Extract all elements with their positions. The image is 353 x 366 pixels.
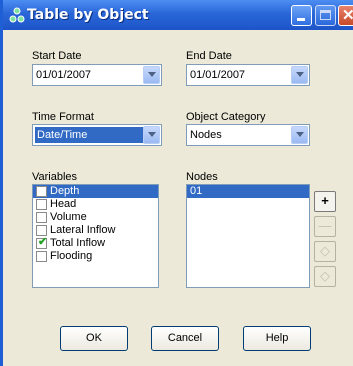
variable-checkbox[interactable] bbox=[36, 186, 47, 197]
variable-checkbox[interactable] bbox=[36, 225, 47, 236]
variable-item-lateral-inflow[interactable]: Lateral Inflow bbox=[33, 224, 158, 237]
variable-label: Depth bbox=[50, 185, 80, 197]
minimize-icon bbox=[297, 18, 305, 21]
variable-label: Volume bbox=[50, 211, 87, 223]
table-by-object-dialog: Table by Object ✕ Start Date 01/01/2007 … bbox=[0, 0, 353, 366]
start-date-label: Start Date bbox=[32, 50, 82, 62]
variable-label: Head bbox=[50, 198, 77, 210]
end-date-dropdown-button[interactable] bbox=[291, 66, 308, 84]
app-swmm-icon bbox=[9, 7, 25, 23]
end-date-label: End Date bbox=[186, 50, 232, 62]
variable-checkbox[interactable] bbox=[36, 199, 47, 210]
time-format-label: Time Format bbox=[32, 111, 94, 123]
nodes-list[interactable]: 01 bbox=[186, 184, 310, 288]
move-down-icon: ◇ bbox=[320, 268, 330, 283]
variable-item-depth[interactable]: Depth bbox=[33, 185, 158, 198]
variable-item-volume[interactable]: Volume bbox=[33, 211, 158, 224]
checkmark-icon: ✔ bbox=[38, 236, 48, 248]
time-format-value: Date/Time bbox=[35, 127, 147, 143]
node-label: 01 bbox=[190, 185, 203, 197]
variable-checkbox-checked[interactable]: ✔ bbox=[36, 236, 48, 249]
ok-button[interactable]: OK bbox=[60, 326, 128, 351]
end-date-value: 01/01/2007 bbox=[190, 69, 246, 81]
chevron-down-icon bbox=[296, 72, 304, 77]
nodes-label: Nodes bbox=[186, 171, 218, 183]
object-category-value: Nodes bbox=[190, 129, 222, 141]
time-format-select[interactable]: Date/Time bbox=[32, 124, 162, 146]
variable-item-flooding[interactable]: Flooding bbox=[33, 250, 158, 263]
variable-item-head[interactable]: Head bbox=[33, 198, 158, 211]
title-bar[interactable]: Table by Object ✕ bbox=[3, 0, 353, 30]
move-up-icon: ◇ bbox=[320, 243, 330, 258]
start-date-value: 01/01/2007 bbox=[36, 69, 92, 81]
variable-checkbox[interactable] bbox=[36, 212, 47, 223]
variables-label: Variables bbox=[32, 171, 78, 183]
add-node-button[interactable]: + bbox=[314, 191, 336, 212]
move-node-down-button[interactable]: ◇ bbox=[314, 266, 336, 287]
start-date-dropdown-button[interactable] bbox=[143, 66, 160, 84]
close-icon: ✕ bbox=[342, 7, 353, 24]
maximize-button[interactable] bbox=[315, 5, 336, 26]
maximize-icon bbox=[320, 10, 331, 20]
chevron-down-icon bbox=[148, 72, 156, 77]
remove-node-button[interactable]: — bbox=[314, 216, 336, 237]
object-category-select[interactable]: Nodes bbox=[186, 124, 310, 146]
chevron-down-icon bbox=[296, 132, 304, 137]
end-date-picker[interactable]: 01/01/2007 bbox=[186, 64, 310, 86]
variable-label: Total Inflow bbox=[50, 237, 106, 249]
variable-label: Flooding bbox=[50, 250, 93, 262]
close-button[interactable]: ✕ bbox=[338, 5, 353, 26]
node-item[interactable]: 01 bbox=[187, 185, 309, 198]
object-category-label: Object Category bbox=[186, 111, 266, 123]
time-format-dropdown-button[interactable] bbox=[143, 126, 160, 144]
move-node-up-button[interactable]: ◇ bbox=[314, 241, 336, 262]
remove-icon: — bbox=[318, 218, 332, 233]
window-title: Table by Object bbox=[27, 7, 149, 23]
variable-item-total-inflow[interactable]: ✔ Total Inflow bbox=[33, 236, 158, 250]
chevron-down-icon bbox=[148, 132, 156, 137]
variable-label: Lateral Inflow bbox=[50, 224, 116, 236]
variables-list[interactable]: Depth Head Volume Lateral Inflow ✔ Total… bbox=[32, 184, 159, 288]
variable-checkbox[interactable] bbox=[36, 251, 47, 262]
object-category-dropdown-button[interactable] bbox=[291, 126, 308, 144]
add-icon: + bbox=[321, 193, 329, 208]
help-button[interactable]: Help bbox=[243, 326, 311, 351]
cancel-button[interactable]: Cancel bbox=[151, 326, 219, 351]
start-date-picker[interactable]: 01/01/2007 bbox=[32, 64, 162, 86]
minimize-button[interactable] bbox=[291, 5, 312, 26]
